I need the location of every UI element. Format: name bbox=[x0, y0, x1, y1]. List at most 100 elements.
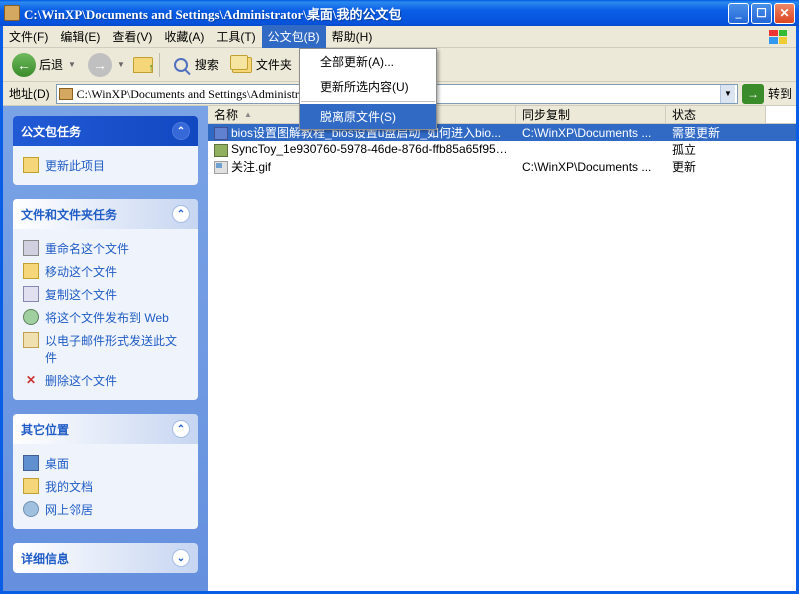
task-copy[interactable]: 复制这个文件 bbox=[23, 283, 188, 306]
go-arrow-icon: → bbox=[747, 87, 759, 101]
other-places-title: 其它位置 bbox=[21, 421, 69, 438]
desktop-icon bbox=[23, 455, 39, 471]
folders-button[interactable]: 文件夹 bbox=[226, 51, 297, 79]
task-update-item[interactable]: 更新此项目 bbox=[23, 154, 188, 177]
file-sync: C:\WinXP\Documents ... bbox=[516, 126, 666, 140]
windows-logo-icon bbox=[760, 27, 796, 47]
list-header: 名称 同步复制 状态 bbox=[208, 106, 796, 124]
expand-icon[interactable]: ⌄ bbox=[172, 549, 190, 567]
place-mydocs-label: 我的文档 bbox=[45, 478, 93, 495]
briefcase-tasks-panel: 公文包任务 ⌃ 更新此项目 bbox=[13, 116, 198, 185]
collapse-icon[interactable]: ⌃ bbox=[172, 420, 190, 438]
place-mydocs[interactable]: 我的文档 bbox=[23, 475, 188, 498]
copy-icon bbox=[23, 286, 39, 302]
file-icon bbox=[214, 144, 228, 157]
back-label: 后退 bbox=[39, 56, 63, 73]
forward-button[interactable]: → ▼ bbox=[83, 50, 130, 80]
menu-split-from-original[interactable]: 脱离原文件(S) bbox=[300, 104, 436, 129]
search-label: 搜索 bbox=[195, 56, 219, 73]
back-button[interactable]: ← 后退 ▼ bbox=[7, 50, 81, 80]
task-email[interactable]: 以电子邮件形式发送此文件 bbox=[23, 329, 188, 369]
list-row[interactable]: 关注.gif C:\WinXP\Documents ... 更新 bbox=[208, 158, 796, 175]
task-rename[interactable]: 重命名这个文件 bbox=[23, 237, 188, 260]
move-icon bbox=[23, 263, 39, 279]
menu-update-all[interactable]: 全部更新(A)... bbox=[300, 49, 436, 74]
file-name: 关注.gif bbox=[231, 160, 271, 174]
briefcase-icon bbox=[4, 5, 20, 21]
update-icon bbox=[23, 157, 39, 173]
menu-briefcase[interactable]: 公文包(B) bbox=[262, 25, 326, 48]
task-move[interactable]: 移动这个文件 bbox=[23, 260, 188, 283]
other-places-panel: 其它位置 ⌃ 桌面 我的文档 网上邻居 bbox=[13, 414, 198, 529]
collapse-icon[interactable]: ⌃ bbox=[172, 205, 190, 223]
menu-bar: 文件(F) 编辑(E) 查看(V) 收藏(A) 工具(T) 公文包(B) 帮助(… bbox=[3, 26, 796, 48]
list-row[interactable]: SyncToy_1e930760-5978-46de-876d-ffb85a65… bbox=[208, 141, 796, 158]
file-sync: C:\WinXP\Documents ... bbox=[516, 160, 666, 174]
file-name: SyncToy_1e930760-5978-46de-876d-ffb85a65… bbox=[231, 142, 512, 156]
menu-update-selection[interactable]: 更新所选内容(U) bbox=[300, 74, 436, 99]
task-email-label: 以电子邮件形式发送此文件 bbox=[45, 332, 188, 366]
search-button[interactable]: 搜索 bbox=[165, 51, 224, 79]
collapse-icon[interactable]: ⌃ bbox=[172, 122, 190, 140]
folder-up-icon bbox=[133, 57, 153, 73]
menu-view[interactable]: 查看(V) bbox=[106, 25, 158, 48]
place-network[interactable]: 网上邻居 bbox=[23, 498, 188, 521]
file-list: 名称 同步复制 状态 bios设置图解教程_bios设置u盘启动_如何进入bio… bbox=[208, 106, 796, 591]
folders-icon bbox=[232, 57, 252, 73]
place-desktop[interactable]: 桌面 bbox=[23, 452, 188, 475]
file-icon bbox=[214, 127, 228, 140]
minimize-button[interactable]: _ bbox=[728, 3, 749, 24]
folders-label: 文件夹 bbox=[256, 56, 292, 73]
window-controls: _ ☐ ✕ bbox=[728, 3, 795, 24]
maximize-button[interactable]: ☐ bbox=[751, 3, 772, 24]
task-publish-web[interactable]: 将这个文件发布到 Web bbox=[23, 306, 188, 329]
tasks-sidebar: 公文包任务 ⌃ 更新此项目 文件和文件夹任务 ⌃ 重命名这个文件 移 bbox=[3, 106, 208, 591]
go-button[interactable]: → bbox=[742, 84, 764, 104]
file-tasks-panel: 文件和文件夹任务 ⌃ 重命名这个文件 移动这个文件 复制这个文件 将这个文件发布… bbox=[13, 199, 198, 400]
forward-icon: → bbox=[88, 53, 112, 77]
list-rows: bios设置图解教程_bios设置u盘启动_如何进入bio... C:\WinX… bbox=[208, 124, 796, 591]
file-tasks-header[interactable]: 文件和文件夹任务 ⌃ bbox=[13, 199, 198, 229]
back-dropdown-icon[interactable]: ▼ bbox=[68, 60, 76, 69]
file-tasks-title: 文件和文件夹任务 bbox=[21, 206, 117, 223]
network-icon bbox=[23, 501, 39, 517]
forward-dropdown-icon[interactable]: ▼ bbox=[117, 60, 125, 69]
search-icon bbox=[174, 58, 188, 72]
file-status: 孤立 bbox=[666, 141, 766, 158]
file-status: 需要更新 bbox=[666, 124, 766, 141]
mail-icon bbox=[23, 332, 39, 348]
details-title: 详细信息 bbox=[21, 550, 69, 567]
task-delete[interactable]: ✕删除这个文件 bbox=[23, 369, 188, 392]
task-copy-label: 复制这个文件 bbox=[45, 286, 117, 303]
title-bar: C:\WinXP\Documents and Settings\Administ… bbox=[0, 0, 799, 26]
column-status[interactable]: 状态 bbox=[666, 106, 766, 123]
window-title: C:\WinXP\Documents and Settings\Administ… bbox=[24, 4, 728, 23]
rename-icon bbox=[23, 240, 39, 256]
menu-edit[interactable]: 编辑(E) bbox=[54, 25, 106, 48]
file-status: 更新 bbox=[666, 158, 766, 175]
details-panel: 详细信息 ⌄ bbox=[13, 543, 198, 573]
task-rename-label: 重命名这个文件 bbox=[45, 240, 129, 257]
menu-help[interactable]: 帮助(H) bbox=[326, 25, 379, 48]
web-icon bbox=[23, 309, 39, 325]
close-button[interactable]: ✕ bbox=[774, 3, 795, 24]
back-icon: ← bbox=[12, 53, 36, 77]
menu-file[interactable]: 文件(F) bbox=[3, 25, 54, 48]
go-label: 转到 bbox=[768, 85, 792, 102]
task-delete-label: 删除这个文件 bbox=[45, 372, 117, 389]
column-sync[interactable]: 同步复制 bbox=[516, 106, 666, 123]
file-icon bbox=[214, 161, 228, 174]
task-publish-label: 将这个文件发布到 Web bbox=[45, 309, 169, 326]
menu-separator bbox=[301, 101, 435, 102]
list-row[interactable]: bios设置图解教程_bios设置u盘启动_如何进入bio... C:\WinX… bbox=[208, 124, 796, 141]
briefcase-small-icon bbox=[59, 88, 73, 100]
up-button[interactable] bbox=[132, 54, 154, 76]
menu-favorites[interactable]: 收藏(A) bbox=[158, 25, 210, 48]
briefcase-dropdown: 全部更新(A)... 更新所选内容(U) 脱离原文件(S) bbox=[299, 48, 437, 130]
briefcase-tasks-header[interactable]: 公文包任务 ⌃ bbox=[13, 116, 198, 146]
menu-tools[interactable]: 工具(T) bbox=[210, 25, 261, 48]
other-places-header[interactable]: 其它位置 ⌃ bbox=[13, 414, 198, 444]
details-header[interactable]: 详细信息 ⌄ bbox=[13, 543, 198, 573]
briefcase-tasks-title: 公文包任务 bbox=[21, 123, 81, 140]
address-dropdown-icon[interactable]: ▼ bbox=[720, 85, 735, 103]
